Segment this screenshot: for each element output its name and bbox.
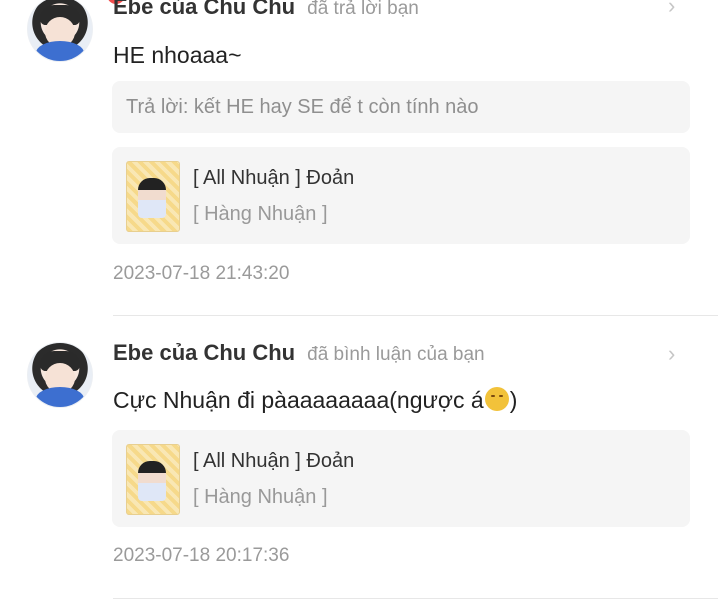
story-tag: [ Hàng Nhuận ] <box>193 486 328 508</box>
notification-header: Ebe của Chu Chu đã bình luận của bạn <box>113 340 485 368</box>
notification-item[interactable]: Ebe của Chu Chu đã bình luận của bạn › C… <box>0 316 718 600</box>
story-title: [ All Nhuận ] Đoản <box>193 167 355 189</box>
avatar[interactable] <box>27 342 93 408</box>
chevron-right-icon[interactable]: › <box>668 0 682 18</box>
notification-item[interactable]: Ebe của Chu Chu đã trả lời bạn › HE nhoa… <box>0 0 718 316</box>
reply-quote[interactable]: Trả lời: kết HE hay SE để t còn tính nào <box>112 81 690 133</box>
action-text: đã trả lời bạn <box>307 0 419 19</box>
avatar[interactable] <box>27 0 93 62</box>
story-title: [ All Nhuận ] Đoản <box>193 450 355 472</box>
notification-header: Ebe của Chu Chu đã trả lời bạn <box>113 0 419 22</box>
username[interactable]: Ebe của Chu Chu <box>113 340 295 366</box>
chevron-right-icon[interactable]: › <box>668 342 682 366</box>
comment-text: HE nhoaaa~ <box>113 42 242 68</box>
story-card[interactable]: [ All Nhuận ] Đoản [ Hàng Nhuận ] <box>112 430 690 527</box>
comment-text-part: Cực Nhuận đi pàaaaaaaaa(ngược á <box>113 387 484 413</box>
story-cover-image <box>126 161 180 232</box>
story-tag: [ Hàng Nhuận ] <box>193 203 328 225</box>
comment-text-part: ) <box>509 387 518 413</box>
story-cover-image <box>126 444 180 515</box>
action-text: đã bình luận của bạn <box>307 344 485 365</box>
story-card[interactable]: [ All Nhuận ] Đoản [ Hàng Nhuận ] <box>112 147 690 244</box>
username[interactable]: Ebe của Chu Chu <box>113 0 295 20</box>
divider <box>113 598 718 599</box>
comment-text: Cực Nhuận đi pàaaaaaaaa(ngược á) <box>113 387 517 414</box>
timestamp: 2023-07-18 20:17:36 <box>113 545 290 566</box>
smirking-face-emoji-icon <box>484 387 509 411</box>
timestamp: 2023-07-18 21:43:20 <box>113 263 290 284</box>
